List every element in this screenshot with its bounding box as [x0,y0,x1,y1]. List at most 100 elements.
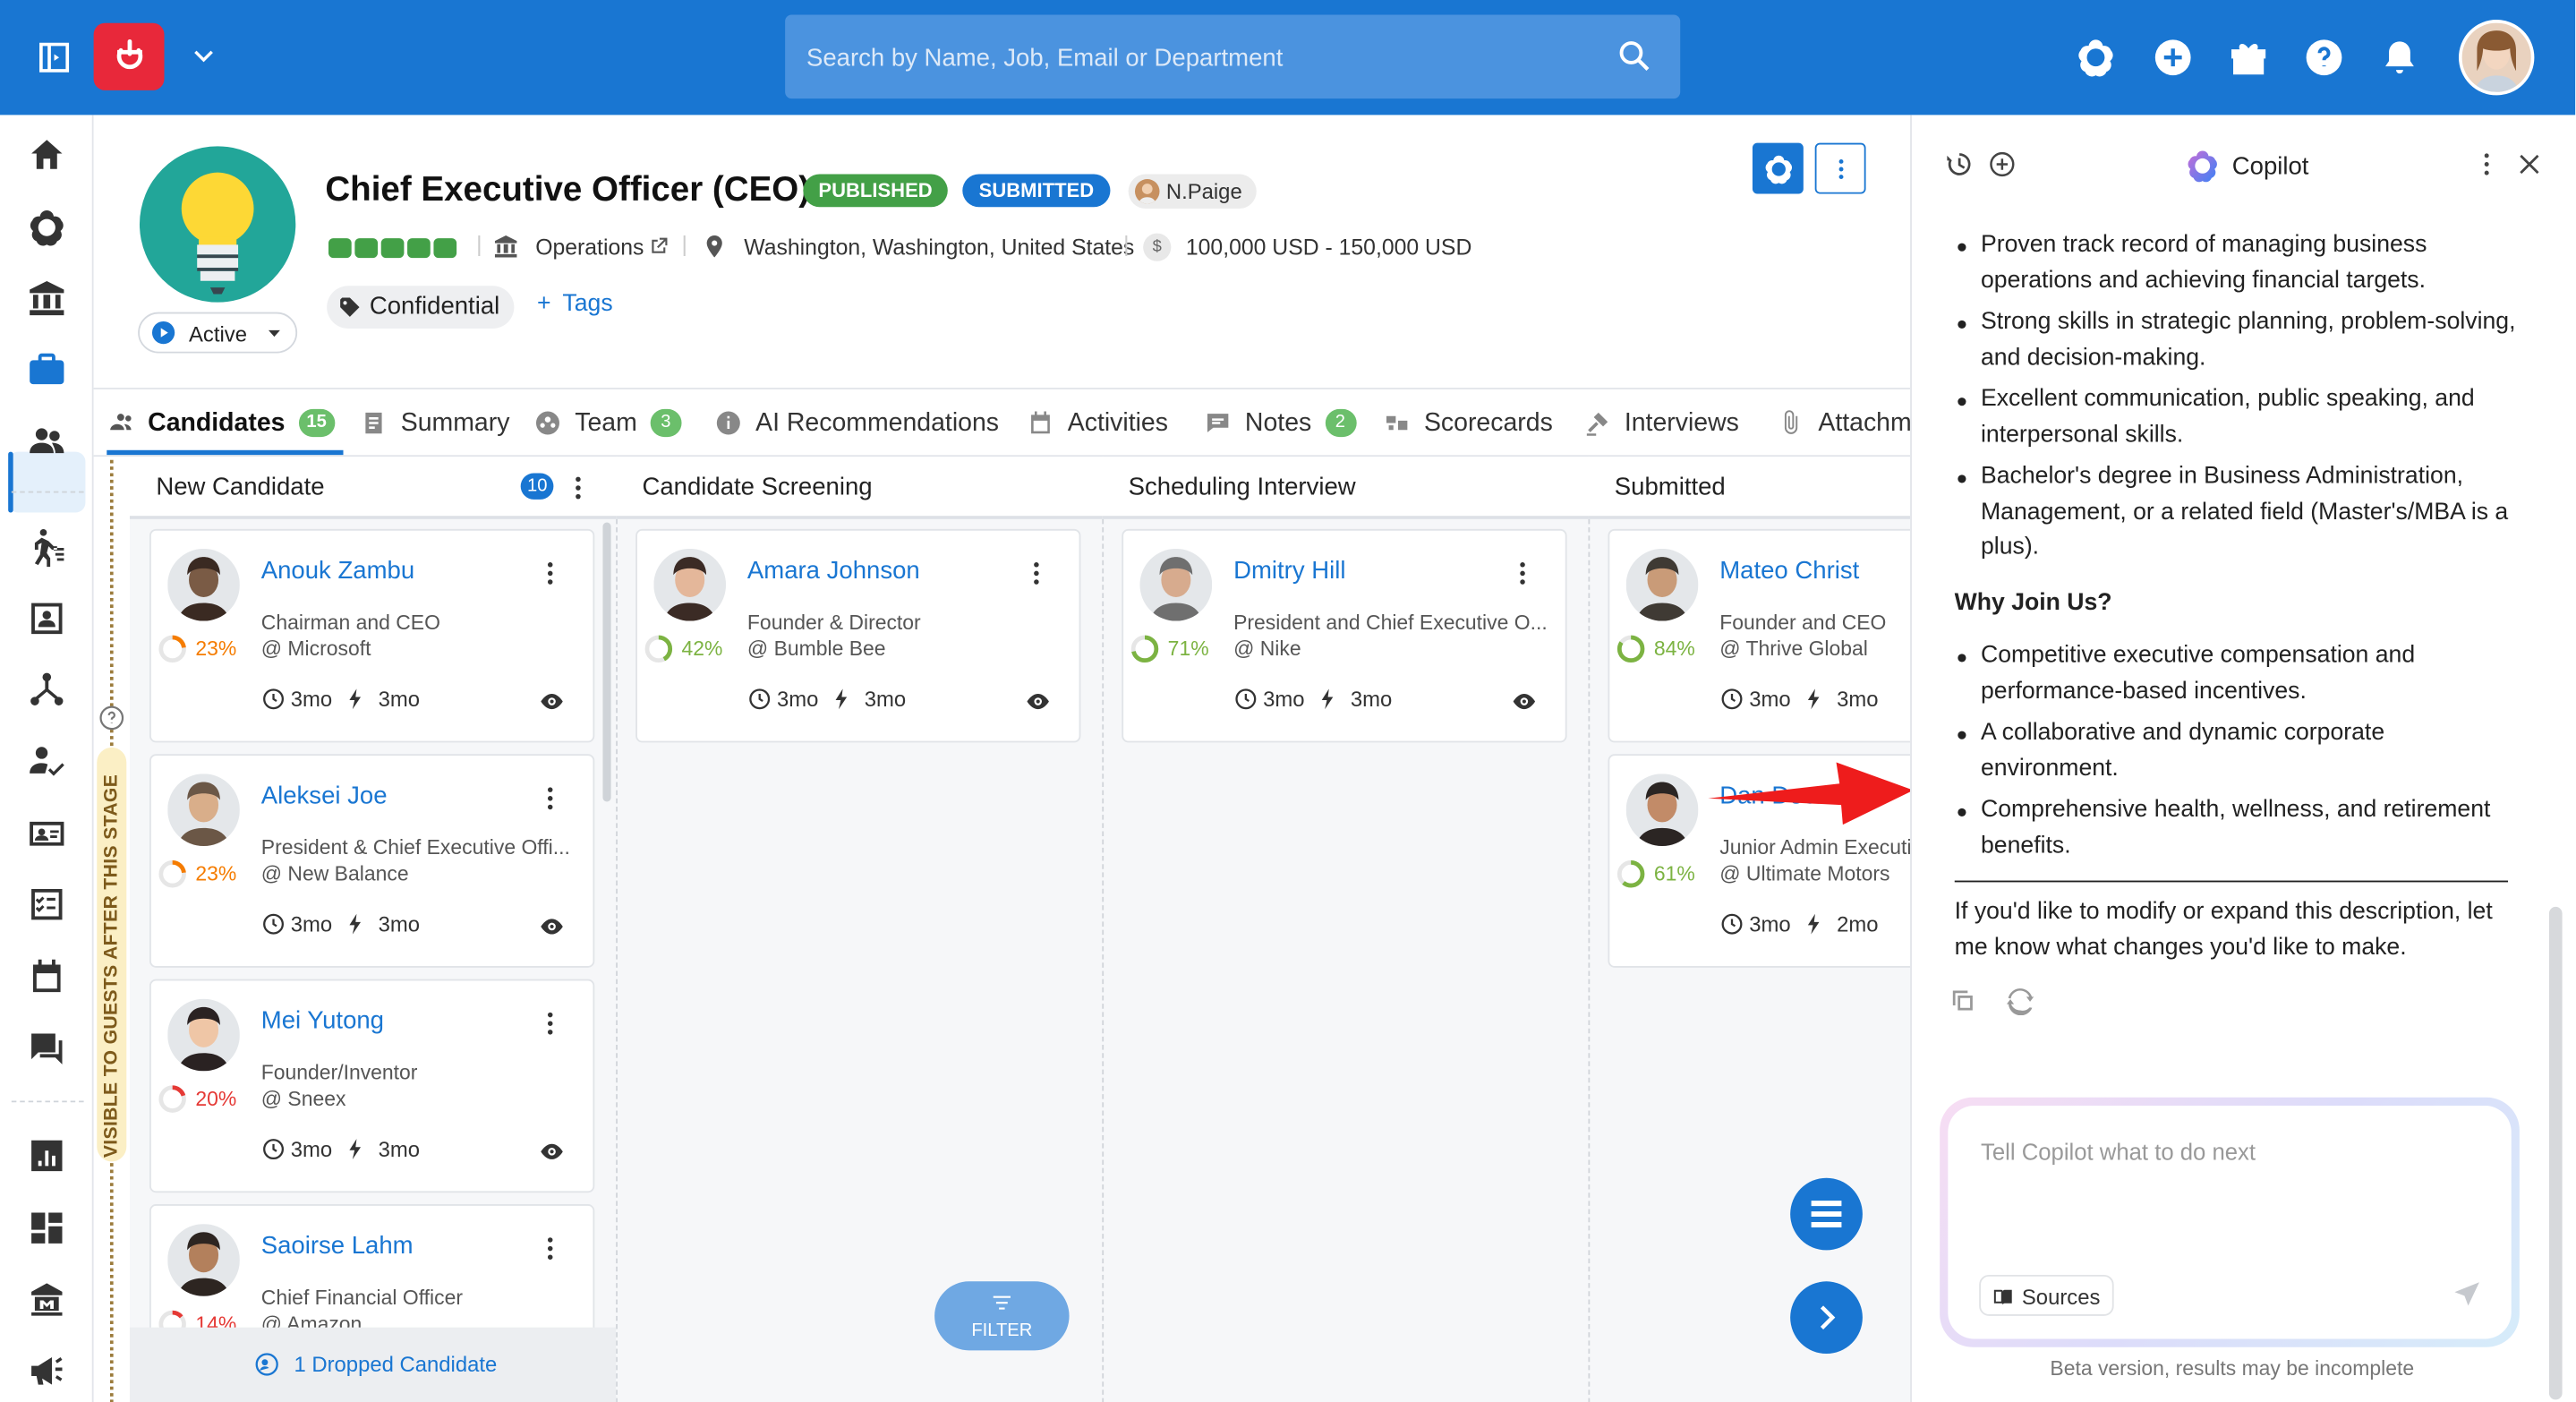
more-vert-icon[interactable] [1021,557,1051,590]
divider: | [681,231,687,257]
more-vert-icon[interactable] [2472,150,2502,179]
more-vert-icon[interactable] [1508,557,1538,590]
candidate-avatar[interactable] [653,548,727,621]
more-vert-icon[interactable] [1814,142,1866,194]
more-vert-icon[interactable] [563,472,593,505]
help-circle-icon[interactable] [98,705,124,731]
tab-attachm[interactable]: Attachm [1777,389,1910,455]
department[interactable]: Operations [535,235,644,260]
candidate-name[interactable]: Mei Yutong [261,1007,384,1035]
search-input[interactable] [806,39,1579,76]
status-dropdown[interactable]: Active [138,312,298,354]
candidate-title: Founder/Inventor [260,1061,418,1085]
candidate-avatar[interactable] [1139,548,1213,621]
help-icon[interactable] [2303,36,2346,79]
copy-icon[interactable] [1948,986,1977,1015]
candidate-avatar[interactable] [167,998,240,1072]
dropped-candidates-link[interactable]: 1 Dropped Candidate [129,1327,617,1402]
candidate-avatar[interactable] [1625,548,1699,621]
user-avatar[interactable] [2458,20,2535,96]
megaphone-icon[interactable] [26,1350,67,1391]
tab-summary[interactable]: Summary [360,389,509,455]
search-icon[interactable] [1616,38,1652,73]
candidate-card[interactable]: Amara Johnson Founder & Director @ Bumble … [635,528,1081,743]
home-icon[interactable] [26,134,67,175]
history-icon[interactable] [1945,150,1975,179]
ai-sparkle-icon[interactable] [2075,36,2118,79]
more-vert-icon[interactable] [535,557,565,590]
ai-assistant-button[interactable] [1752,142,1804,194]
person-check-icon[interactable] [26,741,67,782]
add-circle-icon[interactable] [2152,36,2195,79]
candidate-card[interactable]: Mateo Christ Founder and CEO @ Thrive Glob… [1608,528,1911,743]
candidate-card[interactable]: Anouk Zambu Chairman and CEO @ Microsoft 23… [149,528,595,743]
candidate-name[interactable]: Amara Johnson [747,557,920,585]
copilot-panel: Copilot Proven track record of managing … [1910,115,2576,1402]
checklist-icon[interactable] [26,884,67,925]
tab-ai-recommendations[interactable]: AI Recommendations [714,389,999,455]
candidate-card[interactable]: Mei Yutong Founder/Inventor @ Sneex 20% 3mo 3… [149,979,595,1193]
gift-icon[interactable] [2227,36,2270,79]
external-link-icon[interactable] [647,235,670,258]
app-logo[interactable] [93,22,165,90]
person-walking-icon[interactable] [26,526,67,568]
candidate-card[interactable]: Aleksei Joe President & Chief Executive O… [149,754,595,968]
bank-icon[interactable] [26,278,67,319]
chevron-down-icon[interactable] [187,39,220,73]
add-tags-button[interactable]: + Tags [537,291,613,317]
owner-chip[interactable]: N.Paige [1128,174,1257,209]
eye-icon[interactable] [1509,688,1539,714]
candidate-title: Chairman and CEO [260,611,440,635]
global-search[interactable] [785,14,1681,99]
chat-icon[interactable] [26,1029,67,1070]
tab-scorecards[interactable]: Scorecards [1383,389,1553,455]
chevron-right-icon[interactable] [1790,1281,1863,1355]
copilot-scrollbar[interactable] [2548,906,2563,1400]
column-scrollbar[interactable] [602,522,611,802]
candidate-name[interactable]: Mateo Christ [1719,557,1859,585]
candidate-name[interactable]: Aleksei Joe [261,782,388,809]
tab-interviews[interactable]: Interviews [1583,389,1739,455]
tab-team[interactable]: Team 3 [533,389,682,455]
bell-icon[interactable] [2378,36,2421,79]
refresh-icon[interactable] [2006,986,2035,1016]
briefcase-icon[interactable] [26,348,67,389]
dashboard-icon[interactable] [26,1208,67,1249]
list-view-button[interactable] [1790,1177,1863,1251]
eye-icon[interactable] [1023,688,1053,714]
contact-card-icon[interactable] [26,598,67,639]
tab-activities[interactable]: Activities [1027,389,1168,455]
candidate-avatar[interactable] [1625,774,1699,847]
candidate-name[interactable]: Saoirse Lahm [261,1232,414,1260]
eye-icon[interactable] [537,1139,567,1165]
bar-chart-icon[interactable] [26,1135,67,1176]
sources-button[interactable]: Sources [1979,1274,2114,1316]
confidential-tag[interactable]: Confidential [327,286,515,329]
ai-sparkle-icon[interactable] [26,207,67,248]
sidebar-toggle-icon[interactable] [33,38,76,77]
candidate-avatar[interactable] [167,1224,240,1296]
more-vert-icon[interactable] [535,782,565,815]
candidate-card[interactable]: Dmitry Hill President and Chief Executive… [1122,528,1567,743]
more-vert-icon[interactable] [535,1232,565,1265]
calendar-icon[interactable] [26,956,67,997]
more-vert-icon[interactable] [535,1007,565,1040]
send-icon[interactable] [2452,1279,2482,1309]
people-icon[interactable] [26,421,67,462]
id-card-icon[interactable] [26,813,67,854]
candidate-name[interactable]: Dmitry Hill [1233,557,1345,585]
building-icon[interactable] [26,1278,67,1320]
tab-candidates[interactable]: Candidates 15 [107,389,335,455]
lightning-icon [344,1137,369,1162]
filter-button[interactable]: FILTER [934,1281,1070,1351]
hierarchy-icon[interactable] [26,669,67,710]
candidate-avatar[interactable] [167,774,240,847]
new-chat-icon[interactable] [1987,150,2017,179]
candidate-avatar[interactable] [167,548,240,621]
close-icon[interactable] [2514,150,2544,179]
eye-icon[interactable] [537,913,567,939]
eye-icon[interactable] [537,688,567,714]
tab-notes[interactable]: Notes 2 [1204,389,1356,455]
candidate-name[interactable]: Anouk Zambu [261,557,414,585]
copilot-prompt-input[interactable] [1981,1138,2474,1237]
